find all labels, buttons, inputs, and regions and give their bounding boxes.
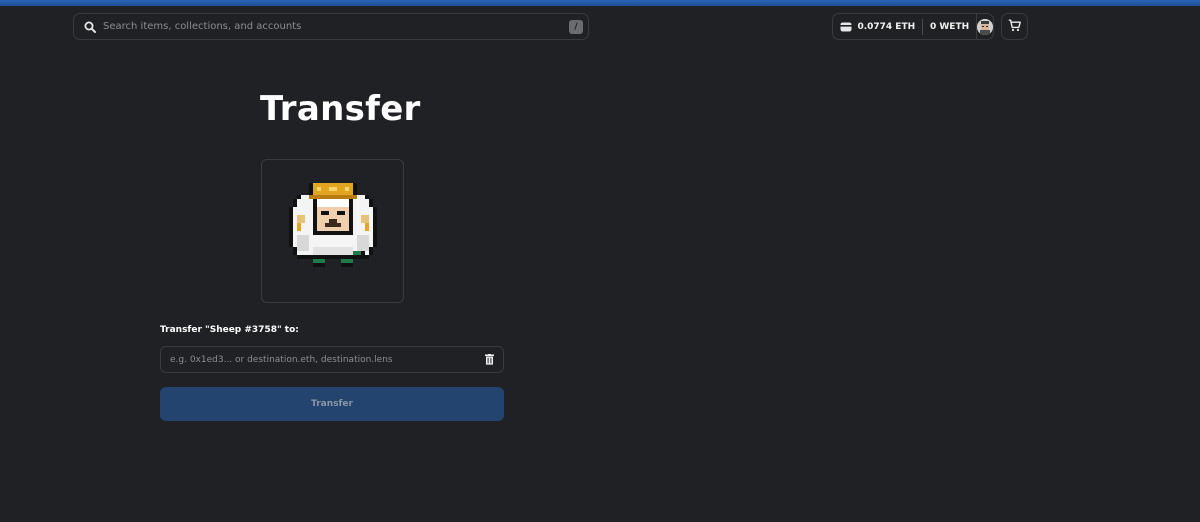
destination-field[interactable]: [160, 346, 504, 373]
eth-balance: 0.0774 ETH: [857, 21, 916, 32]
wallet-icon: [835, 22, 857, 32]
transfer-label: Transfer "Sheep #3758" to:: [160, 325, 299, 335]
page-title: Transfer: [260, 89, 421, 129]
nft-image: [288, 183, 377, 267]
cart-icon: [1008, 17, 1021, 36]
top-accent-bar: [0, 0, 1200, 6]
cart-button[interactable]: [1001, 13, 1028, 40]
search-input[interactable]: [103, 14, 569, 39]
trash-icon: [484, 354, 494, 365]
nft-preview-card: [261, 159, 404, 303]
destination-input[interactable]: [170, 354, 475, 365]
wallet-summary[interactable]: 0.0774 ETH 0 WETH: [832, 13, 994, 40]
search-shortcut-key: /: [569, 19, 583, 34]
account-button[interactable]: [977, 18, 993, 35]
avatar: [977, 18, 993, 35]
search-bar[interactable]: /: [73, 13, 589, 40]
clear-button[interactable]: [475, 346, 503, 373]
transfer-button[interactable]: Transfer: [160, 387, 504, 421]
weth-balance: 0 WETH: [929, 21, 970, 32]
search-icon: [77, 13, 103, 40]
